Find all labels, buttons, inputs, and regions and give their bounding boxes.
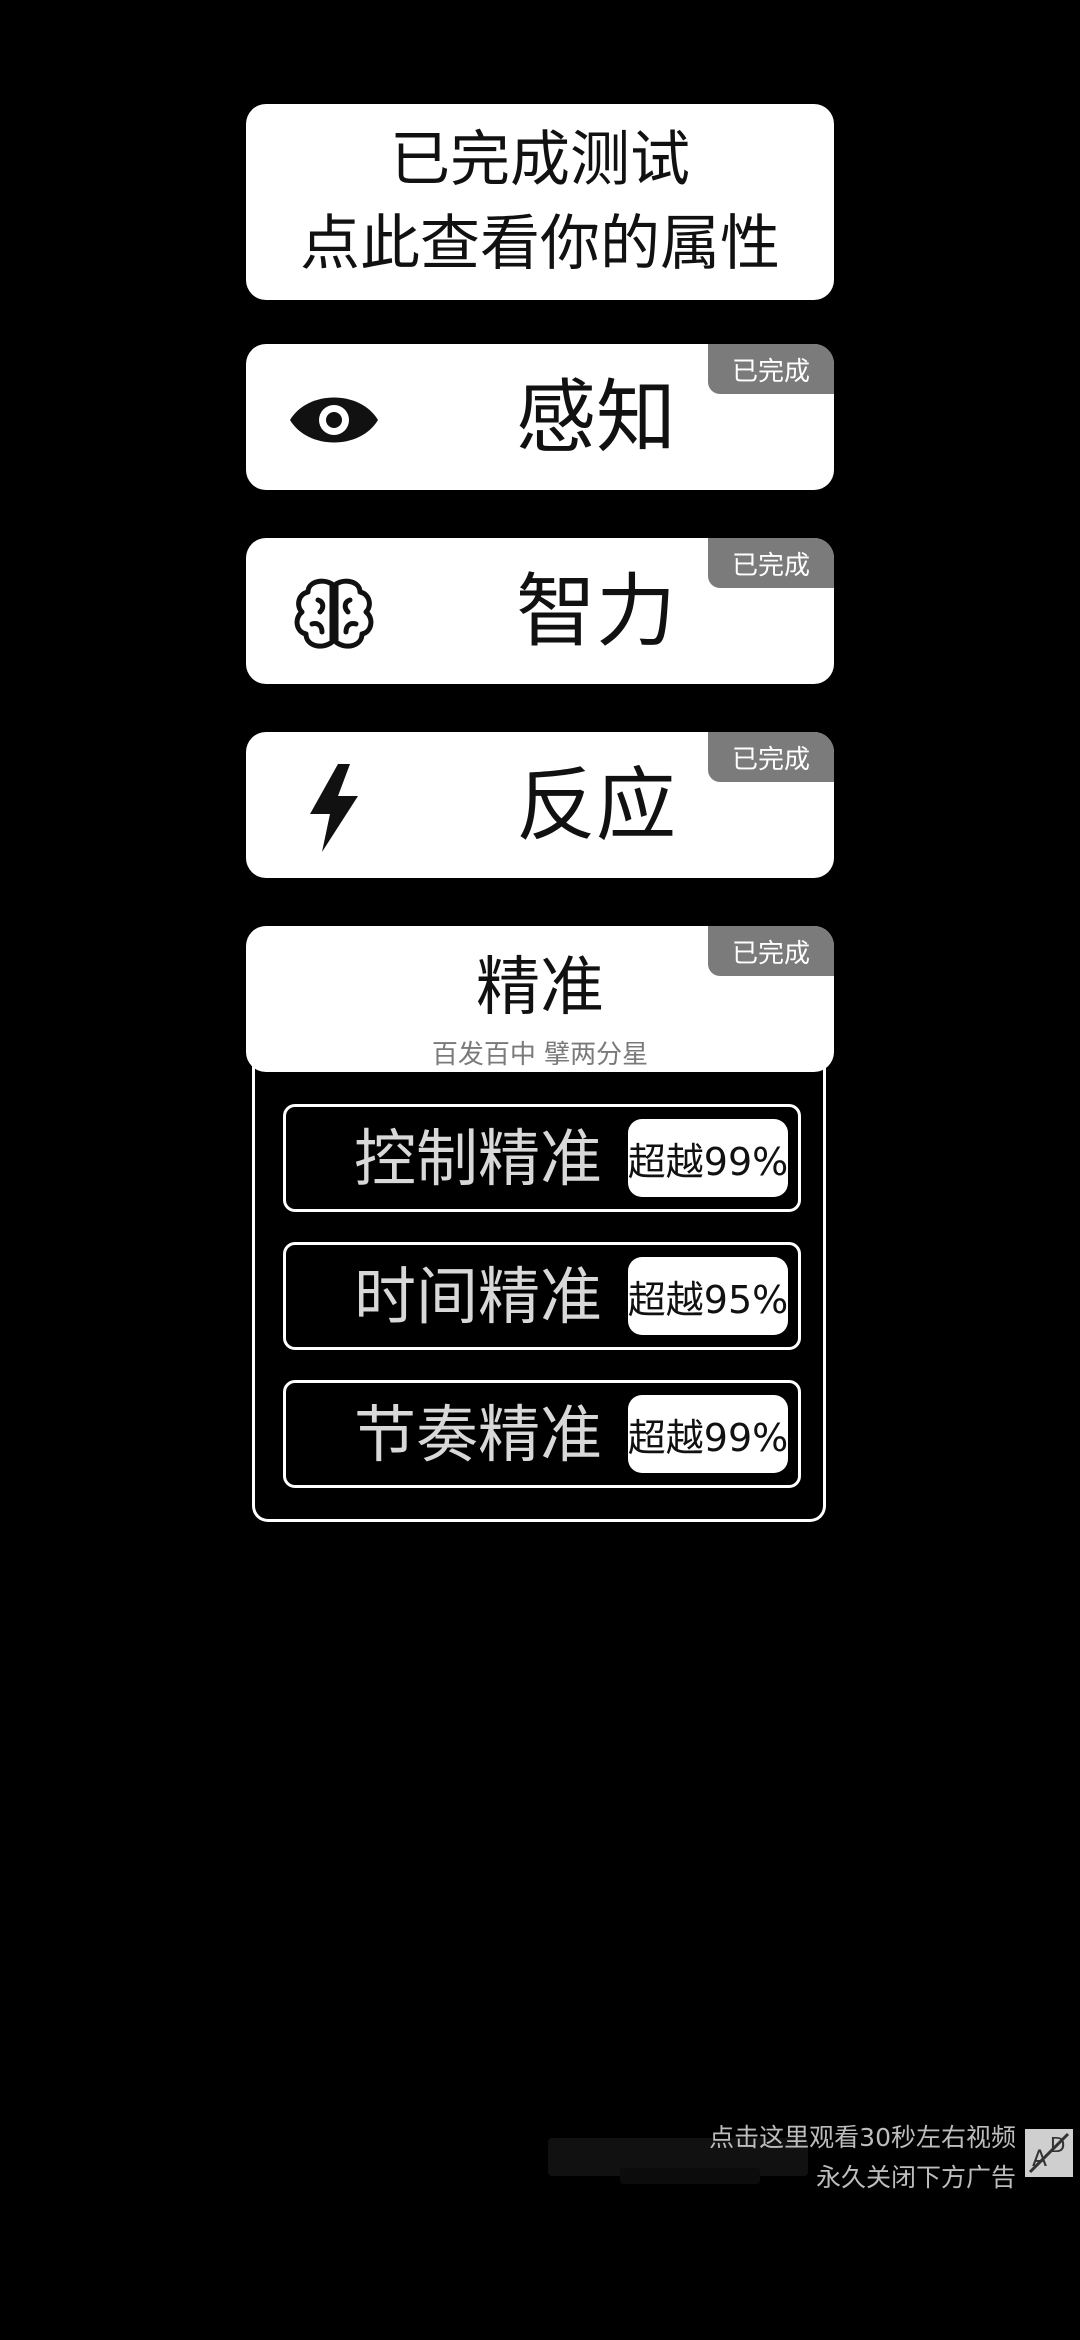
result-title: 已完成测试 [390,125,690,195]
percentile-badge: 超越99% [628,1395,788,1473]
percentile-badge: 超越95% [628,1257,788,1335]
completed-badge: 已完成 [708,344,834,394]
ad-text-line1: 点击这里观看30秒左右视频 [709,2123,1016,2152]
remove-ad-link[interactable]: 点击这里观看30秒左右视频 永久关闭下方广告 [709,2118,1016,2198]
attribute-card-reaction[interactable]: 已完成 反应 [246,732,834,878]
page: 已完成测试 点此查看你的属性 已完成 感知 已完成 智力 已完成 反应 已完成 … [0,0,1080,2340]
detail-label: 时间精准 [353,1260,602,1333]
percentile-badge: 超越99% [628,1119,788,1197]
attribute-title: 智力 [516,565,676,658]
view-attributes-button[interactable]: 已完成测试 点此查看你的属性 [246,104,834,300]
attribute-card-perception[interactable]: 已完成 感知 [246,344,834,490]
attribute-card-accuracy[interactable]: 已完成 精准 百发百中 擘两分星 [246,926,834,1072]
eye-icon [288,374,380,466]
attribute-title: 反应 [516,759,676,852]
svg-text:A: A [1032,2147,1047,2172]
detail-row-control: 控制精准 超越99% [283,1104,801,1212]
result-subtitle: 点此查看你的属性 [300,209,780,279]
detail-label: 节奏精准 [353,1398,602,1471]
detail-row-rhythm: 节奏精准 超越99% [283,1380,801,1488]
brain-icon [288,568,380,660]
accuracy-title: 精准 [476,951,604,1025]
detail-label: 控制精准 [353,1122,602,1195]
detail-row-timing: 时间精准 超越95% [283,1242,801,1350]
accuracy-details-panel: 控制精准 超越99% 时间精准 超越95% 节奏精准 超越99% [252,1066,826,1522]
ad-text-line2: 永久关闭下方广告 [815,2163,1016,2192]
completed-badge: 已完成 [708,732,834,782]
completed-badge: 已完成 [708,538,834,588]
lightning-icon [288,762,380,854]
attribute-title: 感知 [516,371,676,464]
attribute-card-intelligence[interactable]: 已完成 智力 [246,538,834,684]
svg-text:D: D [1050,2133,1065,2157]
ad-icon[interactable]: A D [1024,2128,1074,2178]
